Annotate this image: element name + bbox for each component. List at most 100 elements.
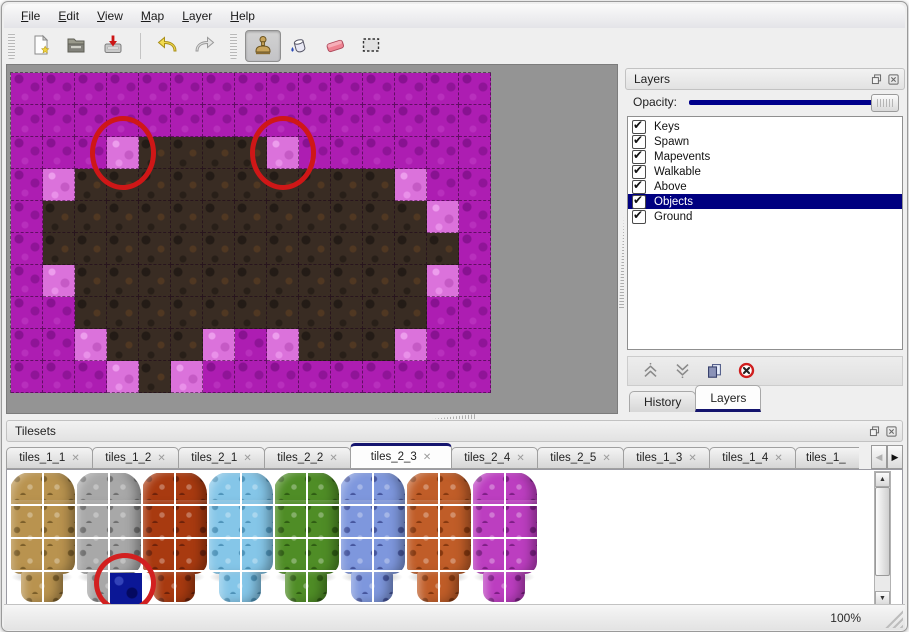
map-tile[interactable]	[11, 233, 43, 265]
map-tile[interactable]	[203, 105, 235, 137]
map-tile[interactable]	[43, 329, 75, 361]
map-tile[interactable]	[107, 361, 139, 393]
map-tile[interactable]	[395, 233, 427, 265]
map-tile[interactable]	[139, 329, 171, 361]
map-tile[interactable]	[395, 329, 427, 361]
map-tile[interactable]	[203, 329, 235, 361]
resize-grip[interactable]	[885, 610, 903, 628]
layer-visibility-checkbox[interactable]	[632, 120, 646, 134]
horizontal-splitter[interactable]	[4, 412, 905, 420]
layer-row-objects[interactable]: Objects	[628, 194, 902, 209]
eraser-tool-button[interactable]	[317, 30, 353, 62]
map-tile[interactable]	[171, 233, 203, 265]
map-tile[interactable]	[107, 233, 139, 265]
tab-close-icon[interactable]: ✕	[243, 453, 251, 464]
tileset-tab-tiles_2_5[interactable]: tiles_2_5✕	[537, 447, 624, 469]
map-tile[interactable]	[171, 169, 203, 201]
duplicate-layer-button[interactable]	[704, 361, 724, 381]
scroll-right-icon[interactable]: ▶	[887, 445, 903, 469]
map-tile[interactable]	[427, 169, 459, 201]
tab-close-icon[interactable]: ✕	[329, 453, 337, 464]
map-tile[interactable]	[395, 201, 427, 233]
crystal-blue-tree[interactable]	[339, 472, 405, 604]
toolbar-drag-handle[interactable]	[8, 33, 15, 59]
map-tile[interactable]	[363, 137, 395, 169]
move-layer-down-button[interactable]	[672, 361, 692, 381]
close-panel-icon[interactable]	[887, 73, 900, 86]
map-tile[interactable]	[459, 137, 491, 169]
map-tile[interactable]	[395, 265, 427, 297]
map-tile[interactable]	[235, 265, 267, 297]
map-tile[interactable]	[299, 361, 331, 393]
map-tile[interactable]	[203, 297, 235, 329]
map-tile[interactable]	[395, 73, 427, 105]
select-tool-button[interactable]	[353, 30, 389, 62]
opacity-slider-handle[interactable]	[871, 94, 899, 112]
tab-close-icon[interactable]: ✕	[157, 453, 165, 464]
map-tile[interactable]	[43, 265, 75, 297]
map-tile[interactable]	[427, 361, 459, 393]
map-tile[interactable]	[235, 73, 267, 105]
map-tile[interactable]	[171, 329, 203, 361]
map-tile[interactable]	[43, 201, 75, 233]
menu-view[interactable]: View	[88, 6, 132, 26]
map-tile[interactable]	[459, 265, 491, 297]
map-tile[interactable]	[43, 73, 75, 105]
map-tile[interactable]	[75, 201, 107, 233]
map-tile[interactable]	[459, 201, 491, 233]
map-canvas[interactable]	[6, 64, 618, 414]
map-tile[interactable]	[235, 201, 267, 233]
layer-row-keys[interactable]: Keys	[628, 119, 902, 134]
tab-history[interactable]: History	[629, 391, 696, 412]
map-tile[interactable]	[267, 265, 299, 297]
stamp-tool-button[interactable]	[245, 30, 281, 62]
menu-map[interactable]: Map	[132, 6, 173, 26]
tileset-tab-tiles_1_1[interactable]: tiles_1_1✕	[6, 447, 93, 469]
map-tile[interactable]	[11, 329, 43, 361]
ice-blue-tree[interactable]	[207, 472, 273, 604]
map-tile[interactable]	[139, 201, 171, 233]
map-tile[interactable]	[299, 297, 331, 329]
map-tile[interactable]	[459, 169, 491, 201]
map-tile[interactable]	[11, 297, 43, 329]
map-tile[interactable]	[139, 361, 171, 393]
map-tile[interactable]	[395, 105, 427, 137]
float-panel-icon[interactable]	[870, 73, 883, 86]
map-tile[interactable]	[363, 169, 395, 201]
undo-button[interactable]	[150, 30, 186, 62]
layer-visibility-checkbox[interactable]	[632, 165, 646, 179]
map-tile[interactable]	[363, 265, 395, 297]
map-tile[interactable]	[299, 233, 331, 265]
map-tile[interactable]	[11, 265, 43, 297]
map-tile[interactable]	[395, 297, 427, 329]
save-file-button[interactable]	[95, 30, 131, 62]
map-tile[interactable]	[75, 233, 107, 265]
map-tile[interactable]	[331, 233, 363, 265]
map-tile[interactable]	[11, 105, 43, 137]
tileset-tab-tiles_1_[interactable]: tiles_1_	[795, 447, 859, 469]
map-tile[interactable]	[107, 201, 139, 233]
map-tile[interactable]	[75, 297, 107, 329]
map-tile[interactable]	[235, 329, 267, 361]
map-tile[interactable]	[331, 105, 363, 137]
map-tile[interactable]	[459, 233, 491, 265]
tab-layers[interactable]: Layers	[695, 385, 761, 412]
float-panel-icon[interactable]	[868, 425, 881, 438]
map-tile[interactable]	[459, 73, 491, 105]
map-tile[interactable]	[11, 361, 43, 393]
map-tile[interactable]	[11, 169, 43, 201]
map-tile[interactable]	[363, 361, 395, 393]
menu-layer[interactable]: Layer	[173, 6, 221, 26]
tileset-tab-tiles_1_2[interactable]: tiles_1_2✕	[92, 447, 179, 469]
map-tile[interactable]	[363, 233, 395, 265]
map-tile[interactable]	[331, 265, 363, 297]
map-tile[interactable]	[331, 137, 363, 169]
map-tile[interactable]	[427, 137, 459, 169]
map-tile[interactable]	[11, 201, 43, 233]
map-tile[interactable]	[267, 73, 299, 105]
open-file-button[interactable]	[59, 30, 95, 62]
map-tile[interactable]	[203, 201, 235, 233]
map-tile[interactable]	[139, 265, 171, 297]
map-tile[interactable]	[267, 233, 299, 265]
map-tile[interactable]	[459, 105, 491, 137]
